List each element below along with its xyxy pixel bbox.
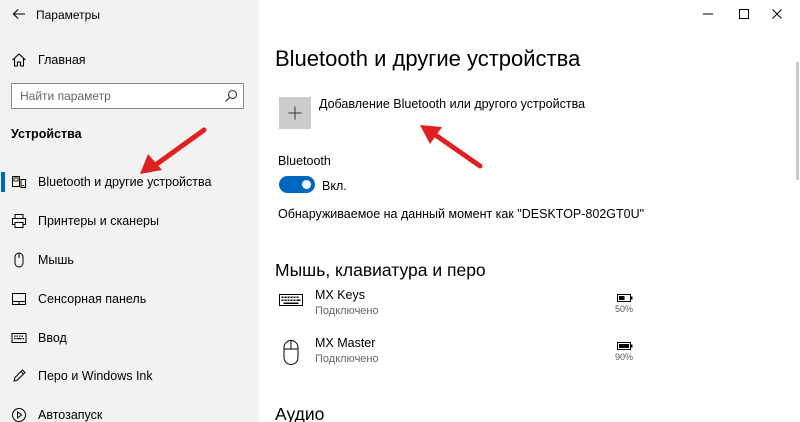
- search-input[interactable]: [12, 84, 217, 108]
- maximize-icon: [739, 9, 749, 19]
- bluetooth-devices-icon: [11, 174, 27, 190]
- page-title: Bluetooth и другие устройства: [275, 46, 581, 71]
- autoplay-icon: [11, 407, 27, 422]
- sidebar-item-input[interactable]: Ввод: [0, 320, 259, 356]
- back-arrow-icon: [12, 9, 25, 19]
- sidebar-item-printers[interactable]: Принтеры и сканеры: [0, 203, 259, 239]
- sidebar-section-heading: Устройства: [11, 127, 82, 141]
- section-heading-audio: Аудио: [275, 404, 325, 422]
- sidebar-item-label: Принтеры и сканеры: [38, 214, 159, 228]
- mouse-icon: [279, 340, 303, 375]
- search-box: [11, 83, 244, 109]
- device-status: Подключено: [315, 305, 379, 317]
- device-item[interactable]: MX Master Подключено 90%: [275, 336, 635, 376]
- sidebar-item-touchpad[interactable]: Сенсорная панель: [0, 281, 259, 317]
- discoverable-text: Обнаруживаемое на данный момент как "DES…: [278, 207, 645, 221]
- sidebar-item-label: Автозапуск: [38, 408, 103, 422]
- sidebar-item-label: Перо и Windows Ink: [38, 369, 153, 383]
- main-panel: Bluetooth и другие устройства Добавление…: [259, 0, 800, 422]
- device-name: MX Keys: [315, 288, 366, 302]
- bluetooth-state-label: Вкл.: [322, 179, 347, 193]
- battery-percent: 50%: [614, 304, 633, 314]
- device-status: Подключено: [315, 353, 379, 365]
- back-button[interactable]: [6, 2, 32, 26]
- toggle-knob: [302, 180, 311, 189]
- sidebar-item-pen[interactable]: Перо и Windows Ink: [0, 358, 259, 394]
- close-button[interactable]: [754, 0, 800, 28]
- sidebar: Параметры Главная Устройства: [0, 0, 259, 422]
- home-icon: [11, 52, 27, 73]
- printer-icon: [11, 213, 27, 229]
- device-item[interactable]: MX Keys Подключено 50%: [275, 288, 635, 328]
- sidebar-item-bluetooth[interactable]: Bluetooth и другие устройства: [0, 164, 259, 200]
- scrollbar[interactable]: [796, 62, 799, 180]
- sidebar-item-label: Ввод: [38, 331, 67, 345]
- add-device-button[interactable]: [279, 97, 311, 129]
- sidebar-item-label: Bluetooth и другие устройства: [38, 175, 212, 189]
- minimize-icon: [703, 13, 713, 15]
- close-icon: [772, 9, 782, 19]
- sidebar-item-label: Сенсорная панель: [38, 292, 147, 306]
- mouse-icon: [11, 252, 27, 268]
- active-indicator: [1, 172, 5, 192]
- device-name: MX Master: [315, 336, 376, 350]
- pen-icon: [11, 368, 27, 384]
- bluetooth-toggle[interactable]: [279, 176, 315, 193]
- sidebar-item-home[interactable]: Главная: [0, 46, 259, 74]
- sidebar-item-autoplay[interactable]: Автозапуск: [0, 397, 259, 422]
- keyboard-icon: [279, 292, 303, 313]
- plus-icon: [288, 106, 302, 120]
- keyboard-icon: [11, 330, 27, 346]
- search-icon[interactable]: [224, 89, 238, 108]
- touchpad-icon: [11, 291, 27, 307]
- battery-percent: 90%: [614, 352, 633, 362]
- sidebar-item-label: Мышь: [38, 253, 74, 267]
- sidebar-home-label: Главная: [38, 53, 86, 67]
- app-title: Параметры: [36, 8, 100, 22]
- bluetooth-label: Bluetooth: [278, 154, 331, 168]
- section-heading-input-devices: Мышь, клавиатура и перо: [275, 260, 486, 280]
- sidebar-item-mouse[interactable]: Мышь: [0, 242, 259, 278]
- add-device-label[interactable]: Добавление Bluetooth или другого устройс…: [319, 97, 585, 111]
